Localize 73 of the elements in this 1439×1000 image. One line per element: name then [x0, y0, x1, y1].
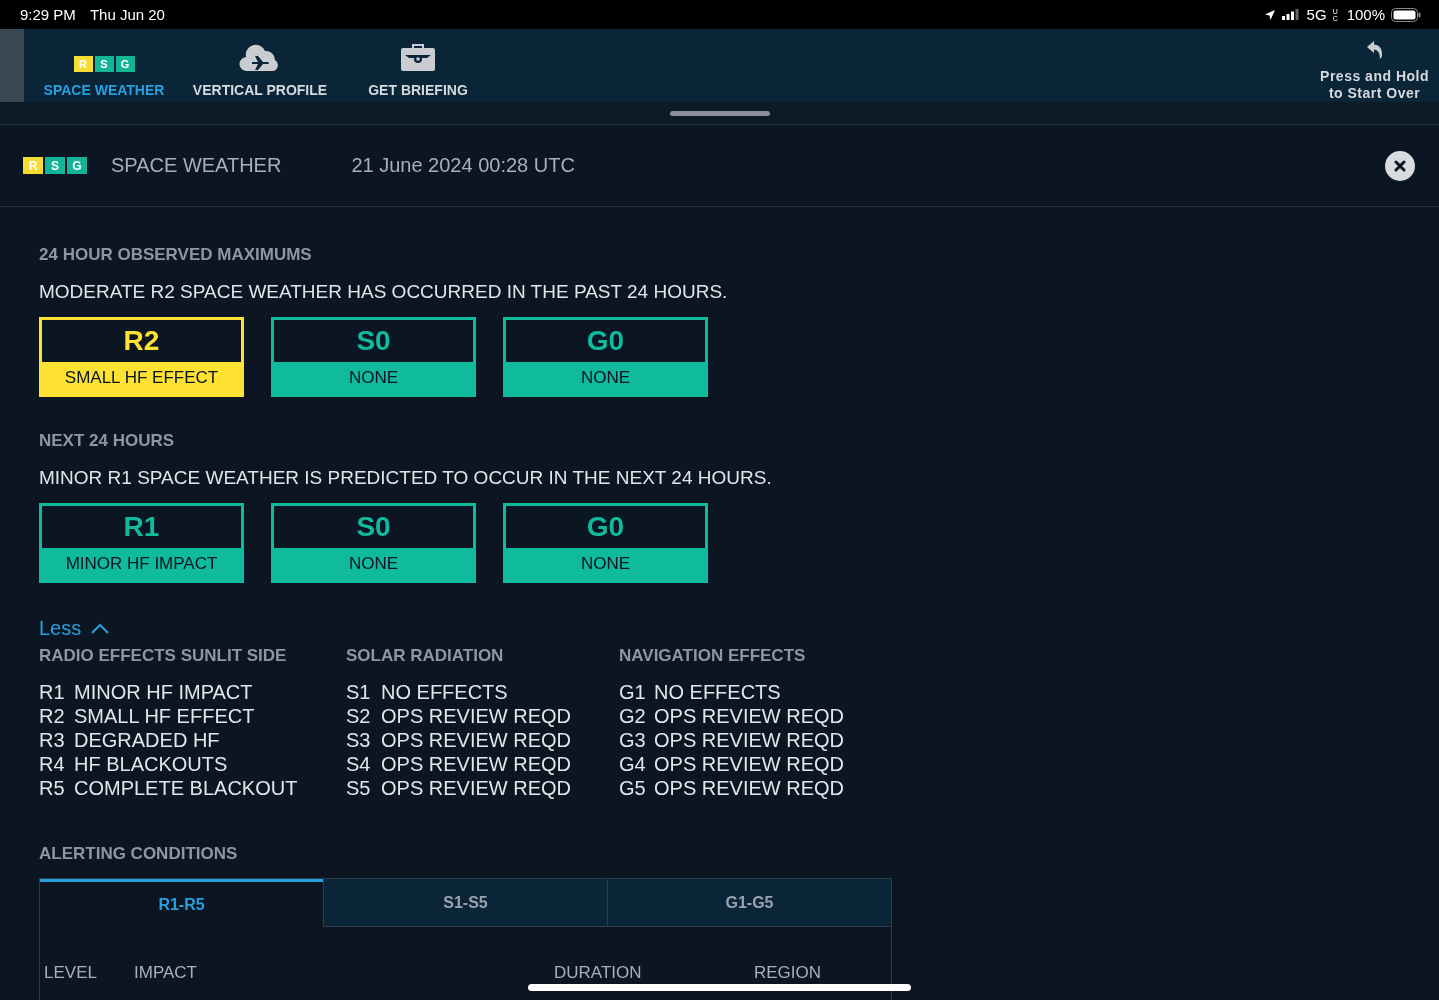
nav-tab[interactable]: R S G SPACE WEATHER — [42, 29, 166, 102]
legend-code: S1 — [346, 680, 372, 704]
status-date: Thu Jun 20 — [89, 6, 165, 23]
legend-code: R1 — [39, 680, 66, 704]
legend-code: R5 — [39, 776, 66, 800]
legend-text: OPS REVIEW REQD — [654, 776, 845, 800]
legend-code: R3 — [39, 728, 66, 752]
cloud-airplane-icon — [239, 44, 281, 72]
scale-card: G0 NONE — [503, 503, 708, 583]
status-time: 9:29 PM — [20, 6, 76, 23]
legend-text: OPS REVIEW REQD — [381, 704, 572, 728]
drag-handle[interactable] — [669, 110, 770, 116]
section-heading: NEXT 24 HOURS — [39, 431, 176, 451]
start-over-button[interactable]: Press and Hold to Start Over — [1320, 29, 1439, 102]
legend-code: G1 — [619, 680, 647, 704]
legend-heading: SOLAR RADIATION — [346, 646, 505, 666]
legend-heading: RADIO EFFECTS SUNLIT SIDE — [39, 646, 288, 666]
briefcase-icon — [400, 42, 436, 72]
section-heading: ALERTING CONDITIONS — [39, 844, 239, 864]
legend-text: DEGRADED HF — [74, 728, 220, 752]
column-header: IMPACT — [134, 963, 198, 983]
scale-card: G0 NONE — [503, 317, 708, 397]
alert-tab[interactable]: S1-S5 — [323, 879, 607, 927]
rsg-logo: R S G — [23, 157, 87, 174]
legend-text: NO EFFECTS — [654, 680, 781, 704]
legend-code: R2 — [39, 704, 66, 728]
signal-icon — [1281, 9, 1299, 20]
timestamp: 21 June 2024 00:28 UTC — [351, 154, 575, 177]
legend-text: OPS REVIEW REQD — [381, 776, 572, 800]
undo-arrow-icon — [1365, 40, 1384, 60]
nav-tab[interactable]: VERTICAL PROFILE — [192, 29, 328, 102]
scale-card: R2 SMALL HF EFFECT — [39, 317, 244, 397]
scale-card: S0 NONE — [271, 317, 476, 397]
alert-tab[interactable]: G1-G5 — [607, 879, 891, 927]
chevron-up-icon — [91, 623, 110, 634]
legend-text: SMALL HF EFFECT — [74, 704, 255, 728]
legend-text: OPS REVIEW REQD — [381, 728, 572, 752]
section-heading: 24 HOUR OBSERVED MAXIMUMS — [39, 245, 313, 265]
legend-code: S4 — [346, 752, 372, 776]
legend-code: G2 — [619, 704, 647, 728]
battery-icon — [1391, 7, 1421, 22]
network-label: 5G — [1306, 6, 1327, 23]
legend-text: COMPLETE BLACKOUT — [74, 776, 298, 800]
nav-tab[interactable]: GET BRIEFING — [366, 29, 470, 102]
column-header: DURATION — [554, 963, 643, 983]
legend-code: G4 — [619, 752, 647, 776]
close-icon — [1394, 159, 1406, 172]
summary-text: MINOR R1 SPACE WEATHER IS PREDICTED TO OCCUR IN THE NEXT 24 HOURS. — [39, 467, 773, 489]
legend-heading: NAVIGATION EFFECTS — [619, 646, 807, 666]
panel-title: SPACE WEATHER — [111, 154, 282, 177]
legend-text: OPS REVIEW REQD — [654, 752, 845, 776]
less-toggle[interactable]: Less — [39, 617, 110, 640]
column-header: LEVEL — [44, 963, 98, 983]
rsg-logo: R S G — [73, 56, 135, 72]
legend-text: OPS REVIEW REQD — [654, 704, 845, 728]
legend-text: NO EFFECTS — [381, 680, 508, 704]
legend-text: HF BLACKOUTS — [74, 752, 228, 776]
legend-code: G5 — [619, 776, 647, 800]
legend-code: G3 — [619, 728, 647, 752]
summary-text: MODERATE R2 SPACE WEATHER HAS OCCURRED IN THE PAST 24 HOURS. — [39, 281, 729, 303]
column-header: REGION — [754, 963, 822, 983]
legend-text: MINOR HF IMPACT — [74, 680, 253, 704]
legend-code: S3 — [346, 728, 372, 752]
legend-code: S5 — [346, 776, 372, 800]
legend-code: R4 — [39, 752, 66, 776]
scale-card: R1 MINOR HF IMPACT — [39, 503, 244, 583]
legend-code: S2 — [346, 704, 372, 728]
legend-text: OPS REVIEW REQD — [654, 728, 845, 752]
legend-text: OPS REVIEW REQD — [381, 752, 572, 776]
scale-card: S0 NONE — [271, 503, 476, 583]
close-button[interactable] — [1385, 150, 1415, 181]
location-icon — [1263, 8, 1276, 21]
battery-percent: 100% — [1346, 6, 1385, 23]
